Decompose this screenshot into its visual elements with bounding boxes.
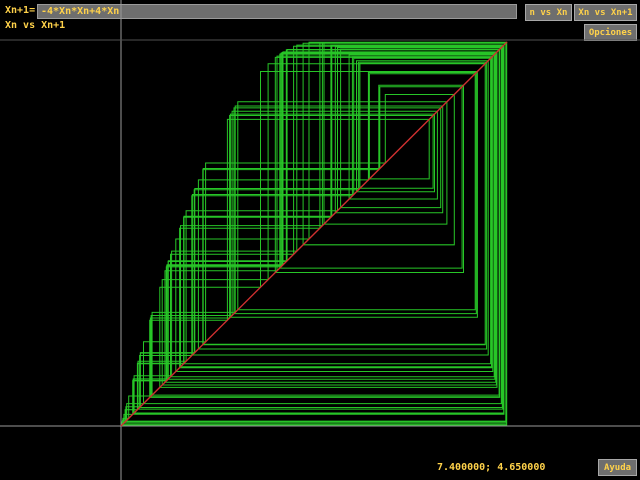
- cursor-coordinates: 7.400000; 4.650000: [437, 462, 546, 473]
- cobweb-plot[interactable]: [0, 0, 640, 480]
- help-button[interactable]: Ayuda: [598, 459, 637, 476]
- identity-diagonal: [120, 41, 508, 427]
- diagonal-group: [120, 41, 508, 427]
